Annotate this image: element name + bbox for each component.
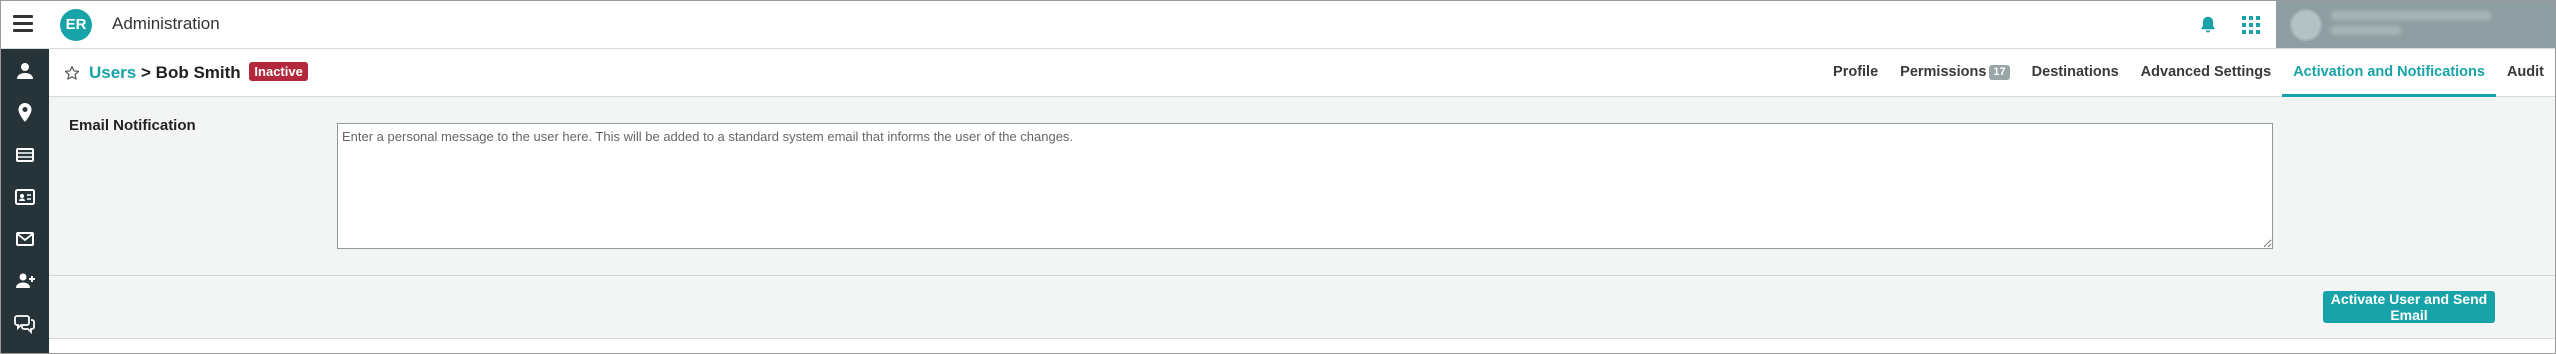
add-user-icon[interactable] <box>13 269 37 293</box>
tab-label: Advanced Settings <box>2140 64 2272 80</box>
personal-message-input[interactable] <box>337 123 2273 249</box>
status-badge: Inactive <box>249 62 308 81</box>
tab-label: Profile <box>1833 64 1879 80</box>
tab-label: Activation and Notifications <box>2293 64 2485 80</box>
favorite-star-icon[interactable] <box>63 64 81 82</box>
permissions-count-badge: 17 <box>1989 65 2010 80</box>
main-content: Email Notification Activate User and Sen… <box>49 97 2555 353</box>
page-header: Users > Bob Smith Inactive Profile Permi… <box>49 49 2555 97</box>
tab-audit[interactable]: Audit <box>2496 49 2555 96</box>
tab-profile[interactable]: Profile <box>1822 49 1889 96</box>
film-icon[interactable] <box>13 143 37 167</box>
user-role-redacted <box>2331 26 2401 35</box>
tab-activation-and-notifications[interactable]: Activation and Notifications <box>2282 49 2496 97</box>
tab-label: Audit <box>2506 64 2544 80</box>
top-bar: ER Administration <box>1 1 2555 49</box>
app-grid-icon[interactable] <box>2242 16 2260 34</box>
divider <box>49 275 2555 276</box>
tab-label: Permissions <box>1900 64 1987 80</box>
breadcrumb-separator: > <box>141 63 151 82</box>
email-notification-label: Email Notification <box>69 117 196 134</box>
tab-label: Destinations <box>2031 64 2119 80</box>
tab-advanced-settings[interactable]: Advanced Settings <box>2130 49 2283 96</box>
id-card-icon[interactable] <box>13 185 37 209</box>
footer-area <box>49 339 2555 353</box>
user-menu[interactable] <box>2276 1 2555 48</box>
hamburger-menu-icon[interactable] <box>13 15 33 33</box>
app-title: Administration <box>112 14 220 33</box>
app-logo: ER <box>60 9 92 41</box>
chat-bubbles-icon[interactable] <box>13 311 37 335</box>
envelope-icon[interactable] <box>13 227 37 251</box>
breadcrumb-users-link[interactable]: Users <box>89 63 136 82</box>
left-sidebar <box>1 49 49 353</box>
tab-permissions[interactable]: Permissions 17 <box>1889 49 2021 96</box>
user-avatar-icon <box>2290 9 2322 41</box>
location-pin-icon[interactable] <box>13 101 37 125</box>
activate-user-button[interactable]: Activate User and Send Email <box>2323 291 2495 323</box>
page-title: Bob Smith <box>155 63 241 82</box>
user-name-redacted <box>2331 11 2491 20</box>
bell-icon[interactable] <box>2197 14 2219 36</box>
breadcrumb: Users > Bob Smith Inactive <box>89 62 308 83</box>
tab-destinations[interactable]: Destinations <box>2021 49 2130 96</box>
tab-bar: Profile Permissions 17 Destinations Advan… <box>1822 49 2555 97</box>
app-window: ER Administration Users > Bob Smith Inac… <box>0 0 2556 354</box>
person-icon[interactable] <box>13 59 37 83</box>
